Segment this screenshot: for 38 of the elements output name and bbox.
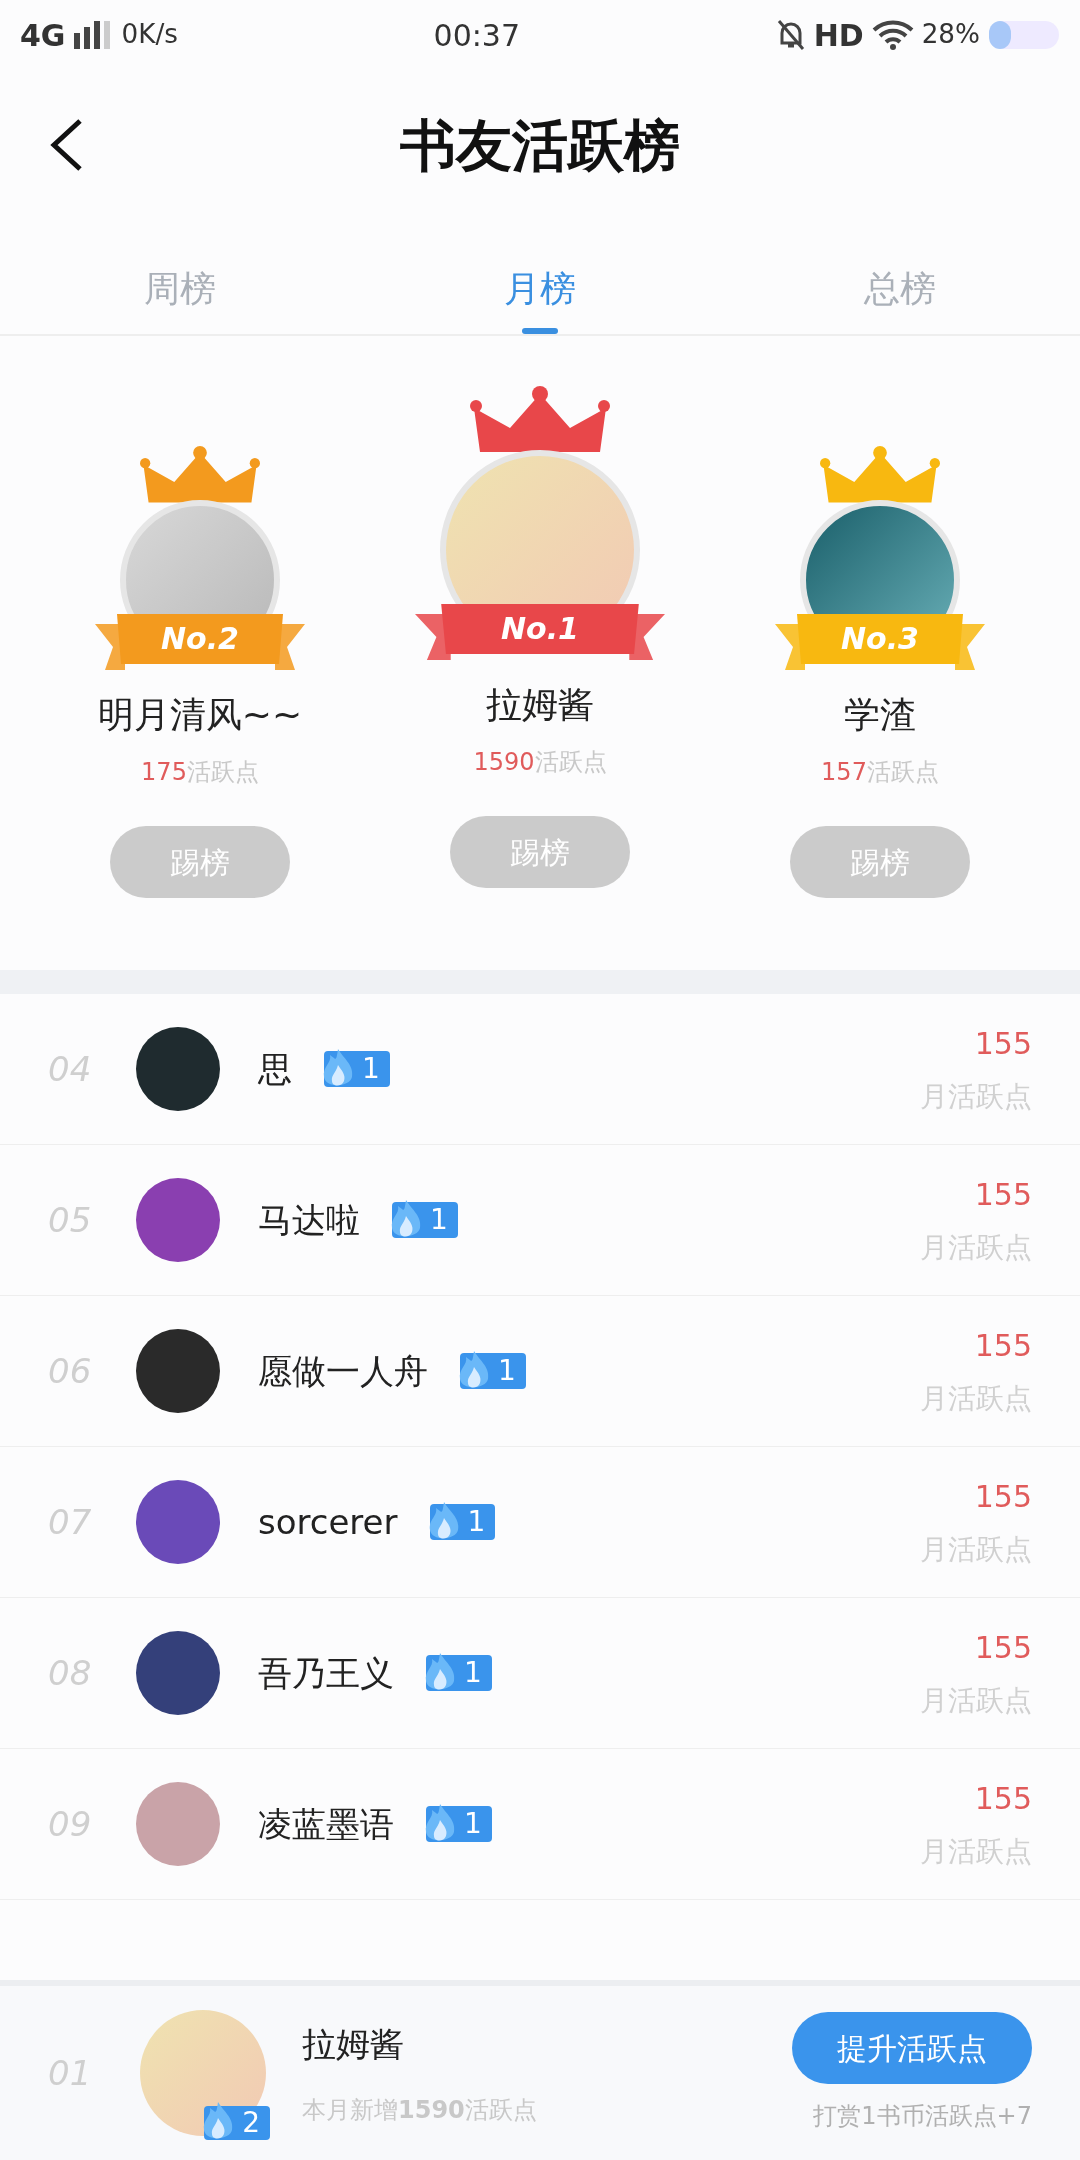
score: 155: [974, 1628, 1032, 1667]
user-name: 思: [258, 1047, 292, 1091]
level-badge: 1: [429, 1504, 496, 1540]
level-badge: 1: [392, 1202, 458, 1238]
tab[interactable]: 月榜: [484, 252, 596, 334]
user-name: 吾乃王义: [258, 1651, 394, 1695]
user-name: 明月清风~~: [97, 693, 303, 737]
score: 155: [974, 1779, 1032, 1818]
battery-percent: 28%: [921, 18, 980, 52]
wifi-icon: [871, 20, 914, 50]
crown-icon: [820, 446, 940, 506]
score: 155: [974, 1175, 1032, 1214]
tab[interactable]: 总榜: [844, 252, 956, 334]
tab[interactable]: 周榜: [124, 252, 236, 334]
user-name: 马达啦: [258, 1198, 360, 1242]
score: 155: [974, 1326, 1032, 1365]
score: 155: [974, 1024, 1032, 1063]
hd-label: HD: [813, 16, 864, 55]
user-name: 学渣: [844, 693, 916, 737]
boost-button[interactable]: 提升活跃点: [792, 2012, 1032, 2084]
user-name: sorcerer: [258, 1500, 398, 1544]
user-name: 愿做一人舟: [258, 1349, 428, 1393]
level-badge: 1: [460, 1353, 526, 1389]
clock: 00:37: [433, 16, 520, 55]
level-badge: 1: [324, 1051, 390, 1087]
bell-muted-icon: [775, 19, 806, 51]
page-title: 书友活跃榜: [400, 111, 680, 180]
user-name: 拉姆酱: [302, 2022, 405, 2066]
crown-icon: [140, 446, 260, 506]
battery-icon: [988, 20, 1060, 50]
user-name: 拉姆酱: [486, 683, 594, 727]
reward-hint: 打赏1书币活跃点+7: [813, 2101, 1032, 2132]
level-badge: 1: [426, 1655, 492, 1691]
network-speed: 0K/s: [121, 18, 178, 52]
user-name: 凌蓝墨语: [258, 1802, 394, 1846]
level-badge: 1: [426, 1806, 492, 1842]
score: 155: [974, 1477, 1032, 1516]
network-label: 4G: [20, 16, 66, 55]
